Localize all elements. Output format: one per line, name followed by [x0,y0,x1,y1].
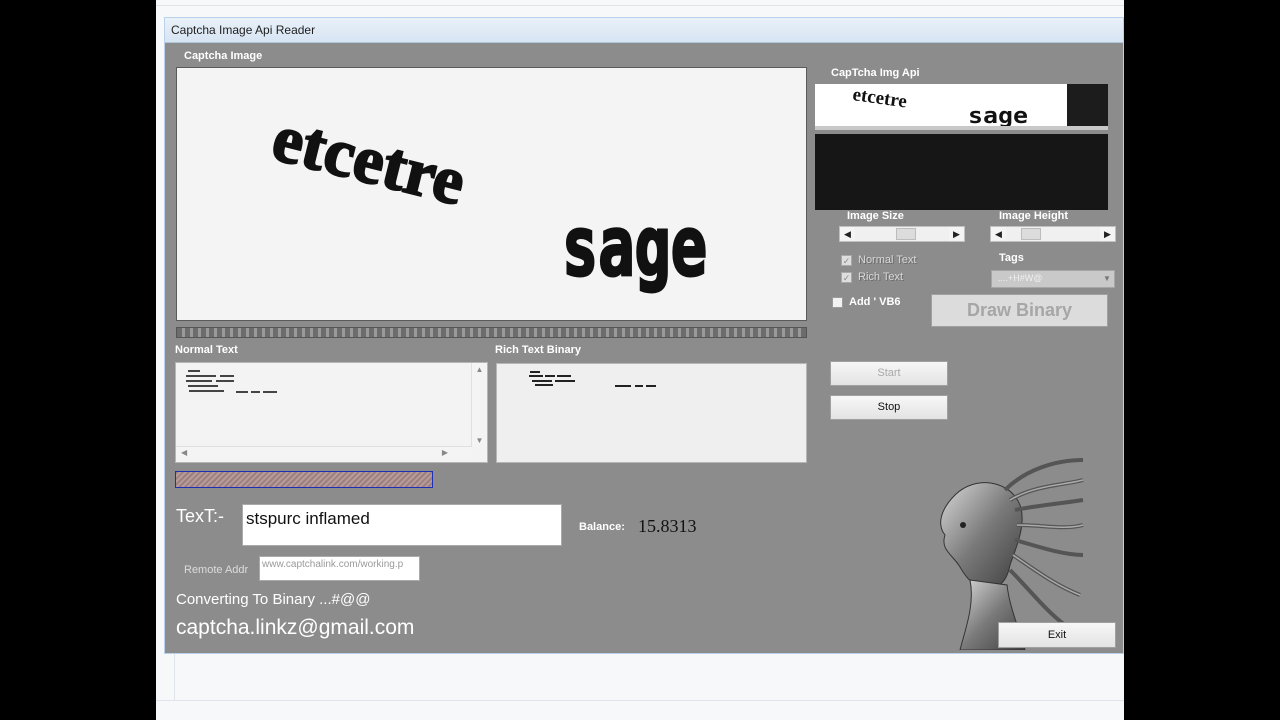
captcha-image-label: Captcha Image [184,50,263,62]
normal-text-box[interactable]: ▲ ▼ ◀ ▶ [175,362,488,463]
stop-button[interactable]: Stop [830,395,948,420]
chevron-left-icon[interactable]: ◀ [991,227,1006,241]
chevron-right-icon[interactable]: ▶ [442,448,448,457]
remote-addr-field[interactable]: www.captchalink.com/working.p [259,556,420,581]
app-window: Captcha Image Api Reader Captcha Image e… [164,17,1124,654]
tags-label: Tags [999,252,1024,264]
draw-binary-button[interactable]: Draw Binary [931,294,1108,327]
normal-text-hscroll[interactable]: ◀ ▶ [176,446,472,462]
tags-select-value: ....+H#W@ [998,273,1043,283]
api-image-label: CapTcha Img Api [831,67,920,79]
normal-text-vscroll[interactable]: ▲ ▼ [471,363,487,447]
image-height-label: Image Height [999,210,1069,222]
email-text: captcha.linkz@gmail.com [176,616,415,639]
balance-value: 15.8313 [638,516,697,536]
result-label: TexT:- [176,506,225,526]
captcha-word-1: etcetre [265,99,473,220]
api-image-preview: etcetre sage [815,84,1108,130]
normal-text-label: Normal Text [175,344,238,356]
exit-button[interactable]: Exit [998,622,1116,648]
rich-text-binary-box[interactable] [496,363,807,463]
image-size-slider[interactable]: ◀ ▶ [839,226,965,242]
remote-addr-value: www.captchalink.com/working.p [262,559,404,570]
chevron-right-icon[interactable]: ▶ [1100,227,1115,241]
api-word-1: etcetre [851,84,908,112]
balance-label: Balance: [579,521,625,533]
window-title: Captcha Image Api Reader [171,23,316,37]
normal-text-checkbox[interactable]: ✓ [841,255,852,266]
image-height-slider[interactable]: ◀ ▶ [990,226,1116,242]
add-vb6-label: Add ' VB6 [849,296,901,308]
chevron-left-icon[interactable]: ◀ [181,448,187,457]
api-captcha-image: etcetre sage [851,84,1028,126]
result-text-field[interactable]: stspurc inflamed [242,504,562,546]
rich-text-checkbox[interactable]: ✓ [841,272,852,283]
image-height-slider-thumb[interactable] [1021,228,1041,240]
captcha-word-2: sage [562,200,707,295]
chevron-up-icon[interactable]: ▲ [472,365,487,374]
image-size-label: Image Size [847,210,904,222]
image-size-slider-thumb[interactable] [896,228,916,240]
chevron-right-icon[interactable]: ▶ [949,227,964,241]
api-image-dark-area [1067,84,1108,126]
start-button[interactable]: Start [830,361,948,386]
rich-text-binary-label: Rich Text Binary [495,344,581,356]
api-word-2: sage [968,104,1028,126]
add-vb6-checkbox[interactable] [832,297,843,308]
status-text: Converting To Binary ...#@@ [176,591,371,608]
rich-text-binary-content [529,371,656,387]
title-bar[interactable]: Captcha Image Api Reader [165,18,1123,43]
rich-text-checkbox-label: Rich Text [858,271,904,283]
captcha-image-panel: etcetre sage [176,67,807,321]
result-text-value: stspurc inflamed [246,509,370,528]
normal-text-binary-content [186,370,277,393]
normal-text-checkbox-label: Normal Text [858,254,917,266]
tags-select[interactable]: ....+H#W@ ▼ [991,270,1115,288]
robot-head-image [940,458,1084,650]
captcha-image: etcetre sage [264,98,708,297]
chevron-down-icon[interactable]: ▼ [1100,271,1114,287]
chevron-left-icon[interactable]: ◀ [840,227,855,241]
image-progress-bar [176,327,807,338]
conversion-progress-bar [175,471,433,488]
api-output-panel [815,134,1108,210]
chevron-down-icon[interactable]: ▼ [472,436,487,445]
remote-addr-label: Remote Addr [184,564,249,576]
